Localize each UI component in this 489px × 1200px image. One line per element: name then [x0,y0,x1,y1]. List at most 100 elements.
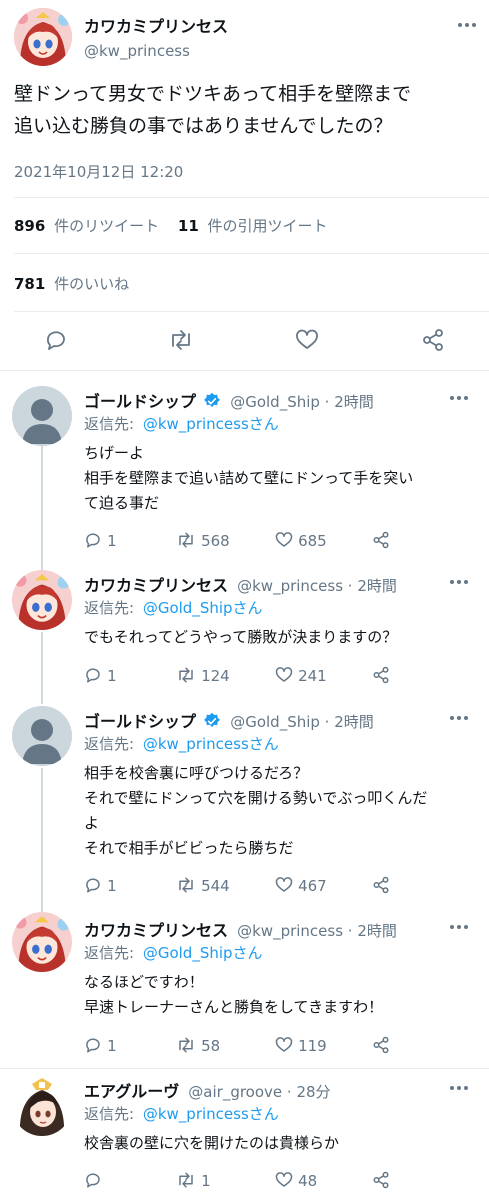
share-icon[interactable] [372,531,390,553]
reply-icon [86,1038,100,1053]
share-icon[interactable] [372,1036,390,1058]
reply-to-link[interactable]: @Gold_Shipさん [143,599,263,617]
more-options-icon[interactable] [448,923,470,931]
more-options-icon[interactable] [448,578,470,586]
author-handle[interactable]: @kw_princess [84,42,190,60]
tweet-text-line: 追い込む勝負の事ではありませんでしたの？ [14,115,393,137]
reply-to-link[interactable]: @kw_princessさん [143,415,279,433]
divider [14,253,489,254]
reply-author-name[interactable]: ゴールドシップ [84,392,196,411]
likes-count: 781 [14,275,46,293]
retweet-count: 568 [201,532,230,550]
retweet-icon [179,1037,193,1053]
more-options-icon[interactable] [448,394,470,402]
more-options-icon[interactable] [456,18,478,32]
reply-tweet[interactable]: ゴールドシップ @Gold_Ship · 2時間 返信先: @kw_prince… [0,700,489,912]
reply-text: ちげーよ 相手を壁際まで追い詰めて壁にドンって手を突い て迫る事だ [84,441,479,516]
reply-to-link[interactable]: @kw_princessさん [143,735,279,753]
retweet-icon [179,1172,193,1188]
divider [14,311,489,312]
reply-text: なるほどですわ！ 早速トレーナーさんと勝負をしてきますわ！ [84,970,479,1020]
retweet-button[interactable]: 544 [176,876,230,895]
reply-text-line: 校舎裏の壁に穴を開けたのは貴様らか [84,1134,340,1152]
share-icon[interactable] [372,666,390,688]
like-count: 685 [298,532,327,550]
reply-text: 校舎裏の壁に穴を開けたのは貴様らか [84,1131,479,1156]
like-count: 48 [298,1172,318,1190]
reply-tweet[interactable]: カワカミプリンセス @kw_princess · 2時間 返信先: @Gold_… [0,912,489,1072]
reply-button[interactable]: 1 [84,531,117,550]
reply-author-handle[interactable]: @kw_princess · 2時間 [237,577,397,595]
avatar[interactable] [12,386,72,446]
like-stats[interactable]: 781 件のいいね [14,273,129,294]
more-options-icon[interactable] [448,1084,470,1092]
share-icon[interactable] [372,1171,390,1193]
like-button[interactable]: 241 [275,666,327,685]
groove-avatar-icon [12,1076,72,1136]
tweet-text-line: 壁ドンって男女でドツキあって相手を壁際まで [14,83,412,105]
reply-author-handle[interactable]: @Gold_Ship · 2時間 [230,393,374,411]
avatar[interactable] [12,706,72,766]
retweet-button[interactable]: 58 [176,1036,220,1055]
tweet-timestamp[interactable]: 2021年10月12日 12:20 [14,161,183,182]
reply-author-name[interactable]: カワカミプリンセス [84,576,228,595]
retweet-stats[interactable]: 896 件のリツイート 11 件の引用ツイート [14,215,328,236]
reply-author-name[interactable]: エアグルーヴ [84,1082,179,1101]
avatar[interactable] [12,912,72,972]
reply-to-prefix: 返信先: [84,944,135,962]
reply-to-prefix: 返信先: [84,599,135,617]
verified-badge-icon [204,712,220,727]
reply-button[interactable]: 1 [84,876,117,895]
share-icon[interactable] [421,328,445,352]
retweet-button[interactable]: 124 [176,666,230,685]
author-avatar[interactable] [14,8,72,66]
reply-to-link[interactable]: @Gold_Shipさん [143,944,263,962]
like-icon[interactable] [295,328,319,352]
reply-author-name[interactable]: ゴールドシップ [84,712,196,731]
princess-avatar-icon [12,570,72,630]
reply-text: 相手を校舎裏に呼びつけるだろ？ それで壁にドンって穴を開ける勢いでぶっ叩くんだ … [84,761,479,861]
reply-action-bar: 1 568 685 [84,531,484,553]
retweet-button[interactable]: 568 [176,531,230,550]
avatar[interactable] [12,1076,72,1136]
retweet-button[interactable]: 1 [176,1171,211,1190]
reply-text-line: 相手を校舎裏に呼びつけるだろ？ [84,764,309,782]
reply-to-prefix: 返信先: [84,1105,135,1123]
like-button[interactable]: 685 [275,531,327,550]
verified-badge-icon [204,392,220,407]
reply-text-line: よ [84,814,100,832]
author-name[interactable]: カワカミプリンセス [84,13,228,37]
reply-button[interactable] [84,1171,102,1190]
like-button[interactable]: 119 [275,1036,327,1055]
reply-text: でもそれってどうやって勝敗が決まりますの？ [84,625,479,650]
reply-button[interactable]: 1 [84,666,117,685]
reply-author-handle[interactable]: @kw_princess · 2時間 [237,922,397,940]
retweet-count: 544 [201,877,230,895]
likes-label: 件のいいね [54,275,130,293]
reply-author-handle[interactable]: @air_groove · 28分 [188,1083,330,1101]
reply-icon [86,533,100,548]
reply-author-handle[interactable]: @Gold_Ship · 2時間 [230,713,374,731]
more-options-icon[interactable] [448,714,470,722]
like-icon [275,1172,293,1187]
like-button[interactable]: 48 [275,1171,317,1190]
like-button[interactable]: 467 [275,876,327,895]
reply-button[interactable]: 1 [84,1036,117,1055]
reply-tweet[interactable]: カワカミプリンセス @kw_princess · 2時間 返信先: @Gold_… [0,564,489,700]
reply-action-bar: 1 48 [84,1171,484,1193]
reply-to-link[interactable]: @kw_princessさん [143,1105,279,1123]
reply-icon[interactable] [44,328,68,352]
like-icon [275,667,293,682]
tweet-text: 壁ドンって男女でドツキあって相手を壁際まで 追い込む勝負の事ではありませんでした… [14,78,484,142]
retweet-icon[interactable] [168,328,194,352]
reply-count: 1 [107,532,117,550]
reply-text-line: なるほどですわ！ [84,973,204,991]
share-icon[interactable] [372,876,390,898]
reply-author-name[interactable]: カワカミプリンセス [84,921,228,940]
reply-tweet[interactable]: エアグルーヴ @air_groove · 28分 返信先: @kw_prince… [0,1070,489,1200]
reply-action-bar: 1 58 119 [84,1036,484,1058]
reply-tweet[interactable]: ゴールドシップ @Gold_Ship · 2時間 返信先: @kw_prince… [0,372,489,564]
reply-action-bar: 1 544 467 [84,876,484,898]
avatar[interactable] [12,570,72,630]
reply-to-prefix: 返信先: [84,735,135,753]
